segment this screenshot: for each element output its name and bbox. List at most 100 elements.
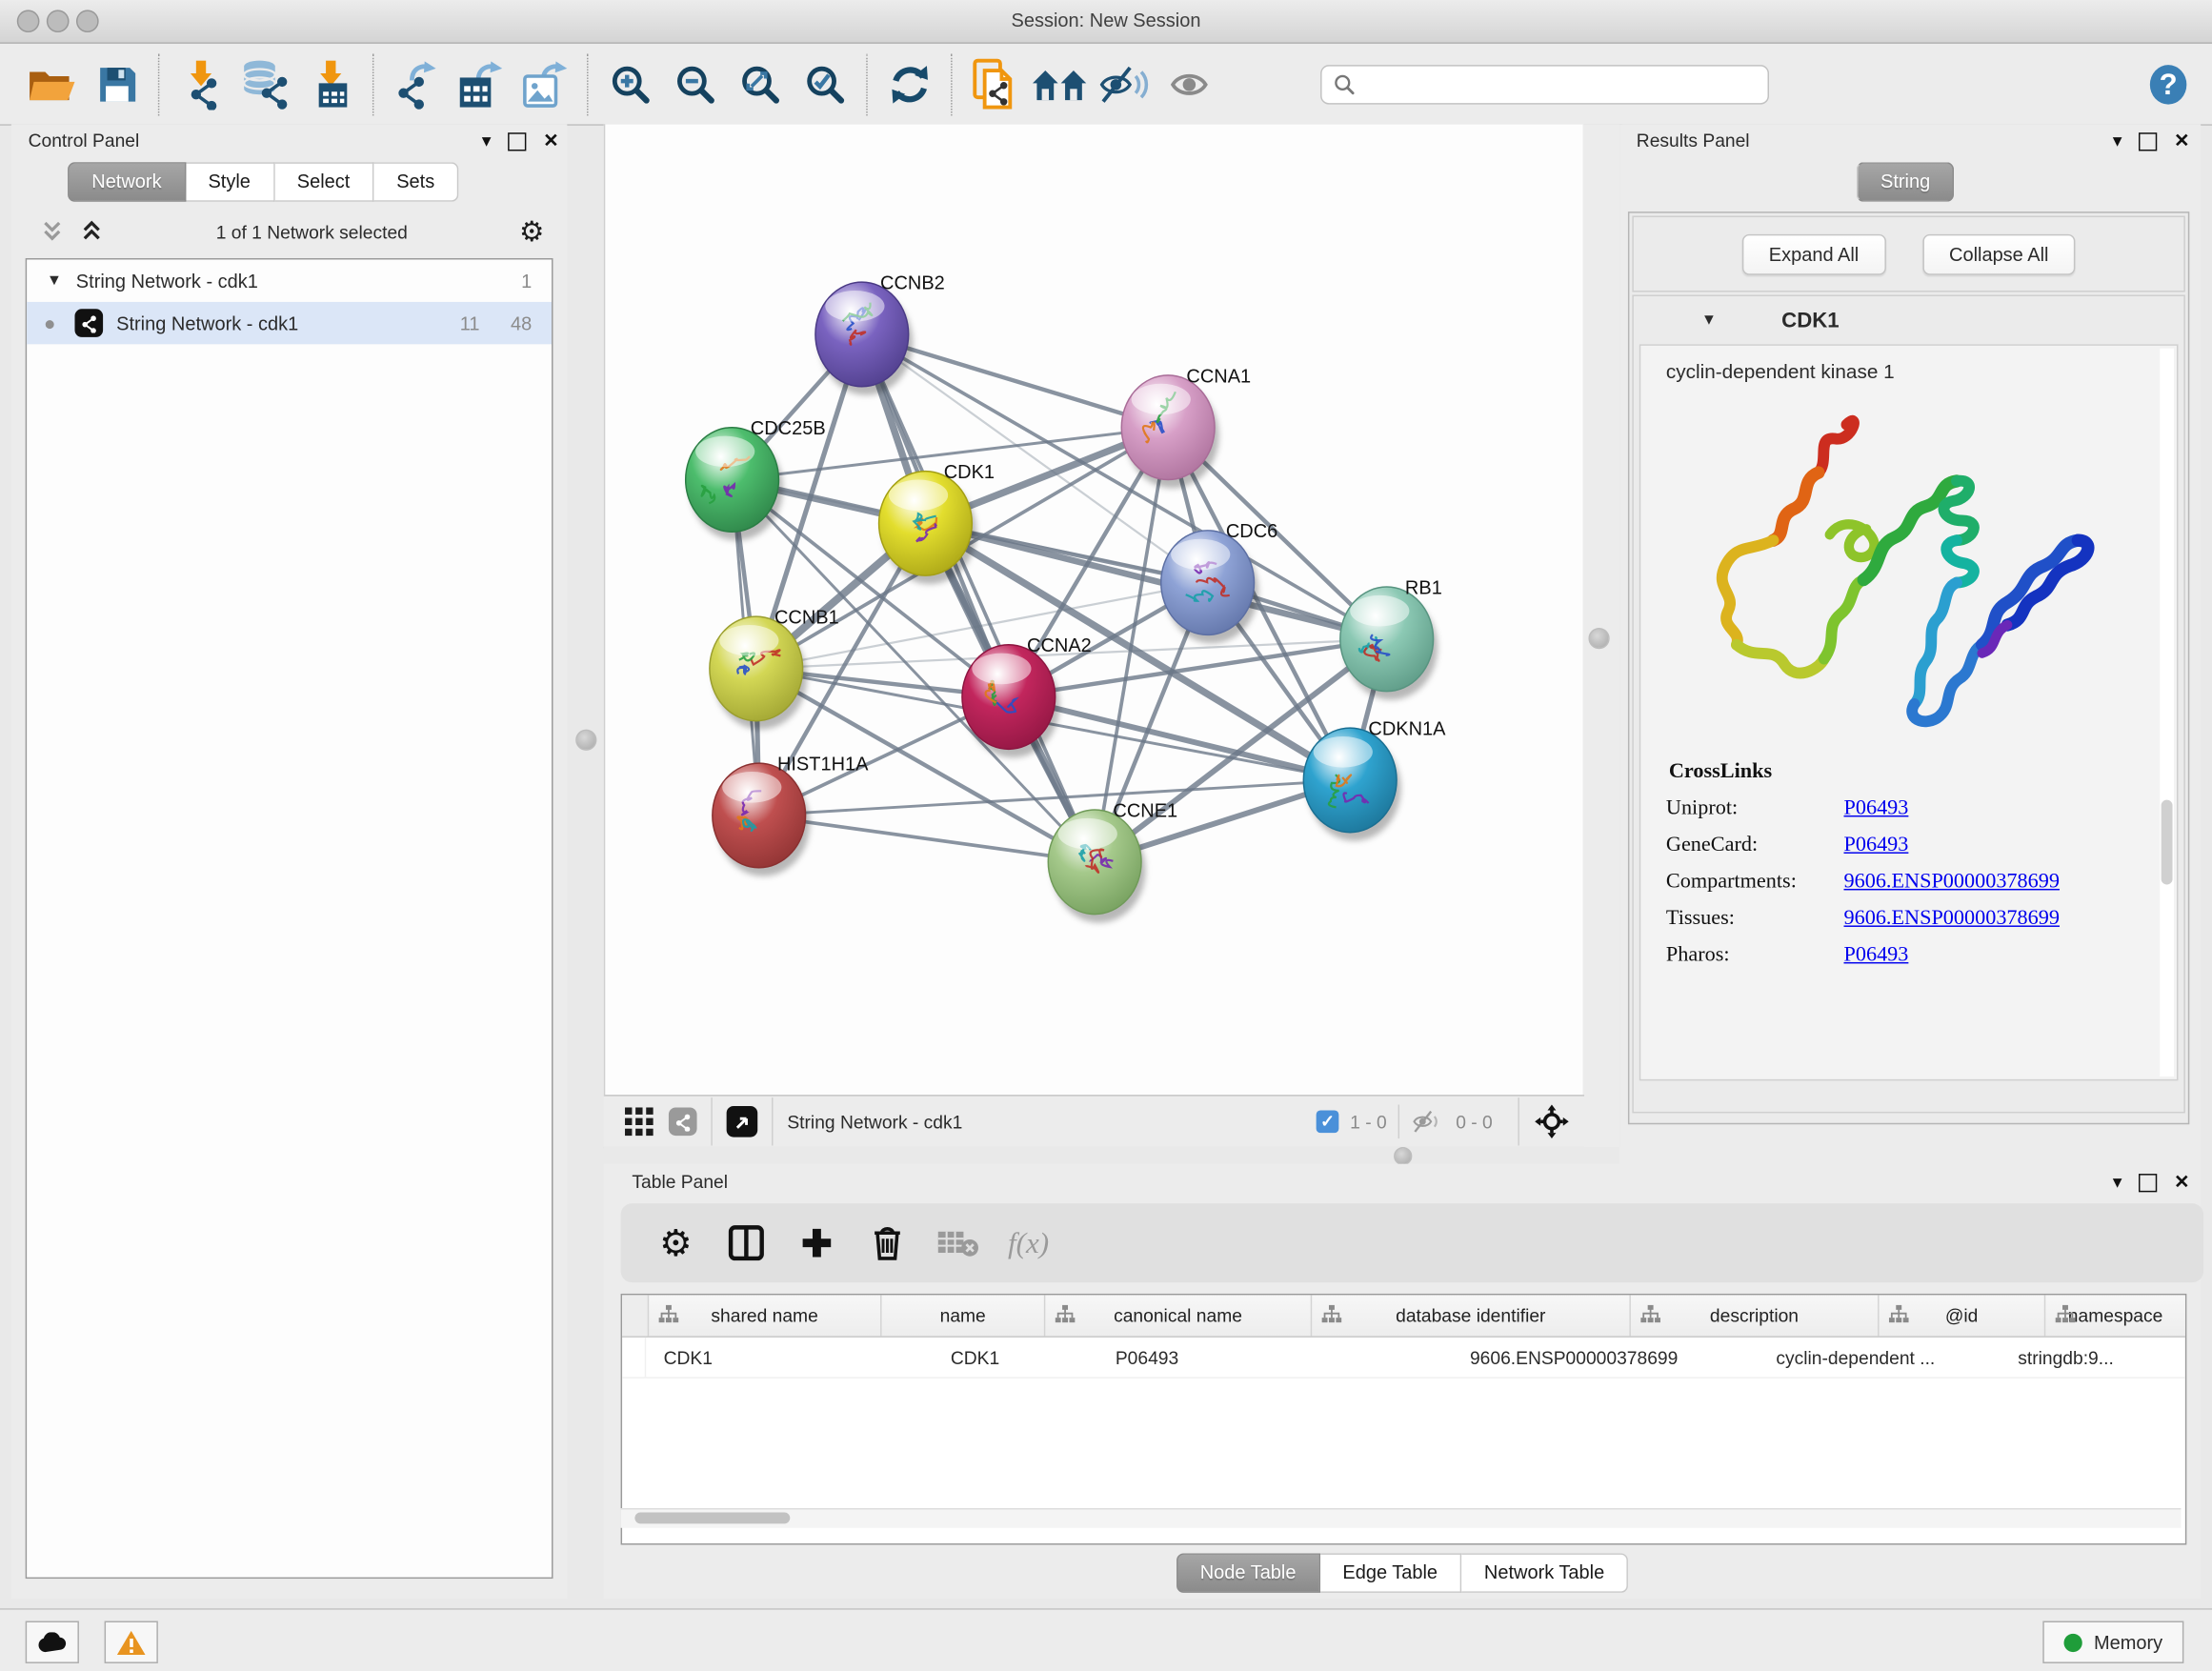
table-horizontal-scrollbar[interactable] xyxy=(621,1508,2182,1528)
network-node-CDKN1A[interactable]: CDKN1A xyxy=(1303,719,1446,841)
cell-description[interactable]: cyclin-dependent ... xyxy=(1760,1338,2001,1377)
panel-menu-icon[interactable]: ▾ xyxy=(482,130,492,152)
tab-style[interactable]: Style xyxy=(186,162,274,201)
string-home-button[interactable] xyxy=(1027,51,1092,116)
close-panel-icon[interactable]: ✕ xyxy=(2174,130,2189,152)
column-header-database-identifier[interactable]: database identifier xyxy=(1312,1295,1631,1336)
gene-section-header[interactable]: ▼ CDK1 xyxy=(1634,296,2184,344)
network-node-CCNB2[interactable]: CCNB2 xyxy=(815,273,945,395)
column-header-name[interactable]: name xyxy=(882,1295,1046,1336)
collapse-all-icon[interactable] xyxy=(39,219,65,245)
network-canvas[interactable]: CCNB2CCNA1CDC25BCDK1CDC6RB1CCNB1CCNA2CDK… xyxy=(604,124,1584,1095)
float-panel-icon[interactable] xyxy=(508,131,526,150)
open-session-button[interactable] xyxy=(20,51,85,116)
float-panel-icon[interactable] xyxy=(2139,131,2157,150)
panel-menu-icon[interactable]: ▾ xyxy=(2113,130,2122,152)
add-column-button[interactable] xyxy=(781,1212,852,1274)
zoom-fit-button[interactable] xyxy=(728,51,793,116)
column-header-id[interactable]: @id xyxy=(1880,1295,2046,1336)
selected-checkbox-icon[interactable]: ✓ xyxy=(1317,1110,1339,1133)
tab-network-table[interactable]: Network Table xyxy=(1461,1553,1628,1592)
show-all-button[interactable] xyxy=(1156,51,1221,116)
table-row[interactable]: CDK1 CDK1 P06493 9606.ENSP00000378699 cy… xyxy=(622,1338,2185,1379)
tab-node-table[interactable]: Node Table xyxy=(1176,1553,1320,1592)
edge-CCNB2-CCNE1[interactable] xyxy=(862,334,1095,862)
collapse-triangle-icon[interactable]: ▼ xyxy=(47,272,62,290)
hide-unselected-button[interactable] xyxy=(1092,51,1156,116)
cell-shared-name[interactable]: CDK1 xyxy=(647,1338,875,1377)
network-node-CDC6[interactable]: CDC6 xyxy=(1161,521,1278,643)
cell-id[interactable]: stringdb:9... xyxy=(2001,1338,2168,1377)
close-panel-icon[interactable]: ✕ xyxy=(543,130,558,152)
cell-database-identifier[interactable]: 9606.ENSP00000378699 xyxy=(1357,1338,1759,1377)
network-node-CDK1[interactable]: CDK1 xyxy=(879,462,995,584)
export-image-button[interactable] xyxy=(513,51,578,116)
float-panel-icon[interactable] xyxy=(2139,1173,2157,1191)
tab-string[interactable]: String xyxy=(1857,162,1955,201)
network-node-CCNA1[interactable]: CCNA1 xyxy=(1121,366,1251,488)
show-columns-button[interactable] xyxy=(711,1212,781,1274)
crosslink-uniprot[interactable]: P06493 xyxy=(1843,797,1908,821)
export-table-button[interactable] xyxy=(449,51,513,116)
results-panel-splitter[interactable] xyxy=(1583,124,1622,1147)
toolbar-search[interactable] xyxy=(1320,64,1769,103)
close-panel-icon[interactable]: ✕ xyxy=(2174,1171,2189,1194)
splitter-handle[interactable] xyxy=(1394,1147,1412,1165)
help-button[interactable]: ? xyxy=(2136,51,2201,116)
network-view-icon[interactable] xyxy=(669,1107,697,1136)
scrollbar-thumb[interactable] xyxy=(2162,800,2173,885)
tab-edge-table[interactable]: Edge Table xyxy=(1320,1553,1462,1592)
column-header-canonical-name[interactable]: canonical name xyxy=(1045,1295,1312,1336)
column-header-shared-name[interactable]: shared name xyxy=(649,1295,881,1336)
crosslink-tissues[interactable]: 9606.ENSP00000378699 xyxy=(1843,907,2059,931)
refresh-button[interactable] xyxy=(877,51,942,116)
network-row[interactable]: ● String Network - cdk1 11 48 xyxy=(27,302,552,344)
section-collapse-triangle-icon[interactable]: ▼ xyxy=(1701,312,1717,329)
crosslink-pharos[interactable]: P06493 xyxy=(1843,944,1908,968)
duplicate-network-button[interactable] xyxy=(962,51,1027,116)
crosslink-compartments[interactable]: 9606.ENSP00000378699 xyxy=(1843,871,2059,895)
tab-network[interactable]: Network xyxy=(68,162,186,201)
tab-sets[interactable]: Sets xyxy=(374,162,459,201)
crosslink-genecard[interactable]: P06493 xyxy=(1843,834,1908,857)
zoom-in-button[interactable] xyxy=(598,51,663,116)
network-node-RB1[interactable]: RB1 xyxy=(1340,577,1442,699)
zoom-selected-button[interactable] xyxy=(793,51,857,116)
gear-icon[interactable]: ⚙ xyxy=(519,213,545,249)
export-network-button[interactable] xyxy=(384,51,449,116)
grid-view-icon[interactable] xyxy=(624,1106,655,1137)
delete-column-button[interactable] xyxy=(852,1212,922,1274)
warning-button[interactable] xyxy=(105,1621,158,1663)
network-node-CCNE1[interactable]: CCNE1 xyxy=(1048,800,1177,922)
table-settings-button[interactable]: ⚙ xyxy=(640,1212,711,1274)
save-session-button[interactable] xyxy=(85,51,150,116)
panel-menu-icon[interactable]: ▾ xyxy=(2113,1171,2122,1194)
expand-all-button[interactable]: Expand All xyxy=(1742,233,1886,274)
cloud-status-button[interactable] xyxy=(26,1621,79,1663)
cell-name[interactable]: CDK1 xyxy=(875,1338,1098,1377)
edge-CDK1-RB1[interactable] xyxy=(925,523,1386,638)
column-header-description[interactable]: description xyxy=(1631,1295,1880,1336)
scrollbar-thumb[interactable] xyxy=(634,1512,790,1523)
collapse-all-button[interactable]: Collapse All xyxy=(1922,233,2076,274)
cell-namespace[interactable]: stringdb xyxy=(2168,1338,2185,1377)
import-table-from-file-button[interactable] xyxy=(299,51,364,116)
network-collection-row[interactable]: ▼ String Network - cdk1 1 xyxy=(27,259,552,301)
network-node-CCNA2[interactable]: CCNA2 xyxy=(962,635,1092,757)
control-panel-splitter-handle[interactable] xyxy=(575,730,596,751)
splitter-handle[interactable] xyxy=(1588,628,1609,649)
expand-all-icon[interactable] xyxy=(79,219,105,245)
network-graph[interactable]: CCNB2CCNA1CDC25BCDK1CDC6RB1CCNB1CCNA2CDK… xyxy=(605,124,1584,1095)
fit-selected-move-icon[interactable] xyxy=(1534,1103,1571,1140)
cell-canonical-name[interactable]: P06493 xyxy=(1098,1338,1357,1377)
import-network-from-database-button[interactable] xyxy=(234,51,299,116)
search-input[interactable] xyxy=(1364,72,1757,96)
results-scrollbar[interactable] xyxy=(2160,349,2174,1077)
column-header-namespace[interactable]: namespace xyxy=(2045,1295,2185,1336)
network-node-HIST1H1A[interactable]: HIST1H1A xyxy=(713,755,869,876)
memory-button[interactable]: Memory xyxy=(2043,1621,2184,1663)
birds-eye-view-icon[interactable] xyxy=(727,1106,758,1137)
zoom-out-button[interactable] xyxy=(663,51,728,116)
tab-select[interactable]: Select xyxy=(274,162,373,201)
import-network-from-file-button[interactable] xyxy=(170,51,234,116)
